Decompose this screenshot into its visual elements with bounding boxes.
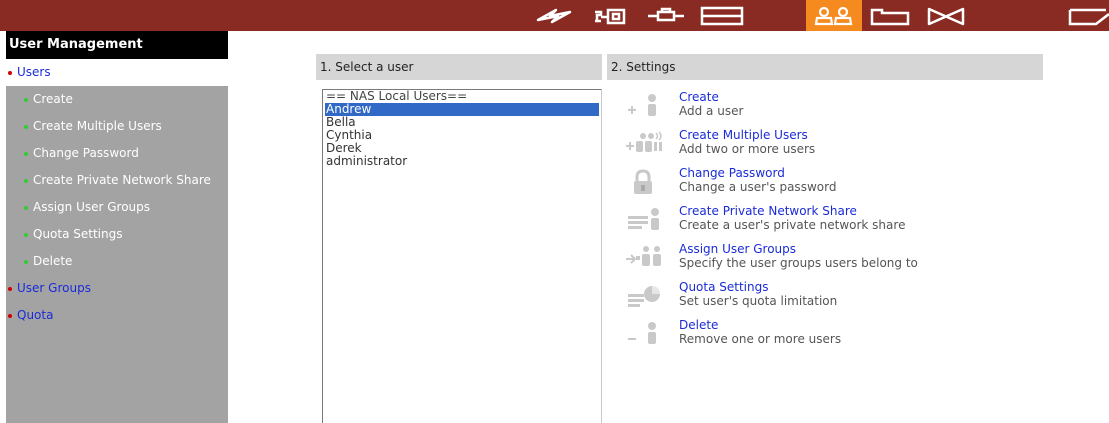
action-description: Remove one or more users — [679, 332, 842, 346]
sidebar-item-label: Users — [17, 65, 51, 79]
private-share-icon — [622, 206, 666, 236]
user-option-cynthia[interactable]: Cynthia — [323, 129, 601, 142]
action-delete[interactable]: Delete Remove one or more users — [622, 318, 1042, 356]
action-label[interactable]: Quota Settings — [679, 280, 768, 295]
action-description: Change a user's password — [679, 180, 837, 194]
sidebar-item-label: Create — [33, 92, 73, 106]
sidebar-item-create[interactable]: Create — [6, 86, 228, 113]
sidebar: User Management Users Create Create Multip… — [6, 31, 228, 423]
sidebar-item-users[interactable]: Users — [6, 59, 228, 86]
action-change-password[interactable]: Change Password Change a user's password — [622, 166, 1042, 204]
system-icon[interactable] — [526, 0, 582, 31]
sidebar-item-label: Create Private Network Share — [33, 173, 211, 187]
top-toolbar — [0, 0, 1109, 31]
bullet-icon — [24, 151, 28, 156]
add-user-icon — [622, 92, 666, 122]
action-label[interactable]: Create — [679, 90, 719, 105]
sidebar-item-change-password[interactable]: Change Password — [6, 140, 228, 167]
sidebar-nav: Users Create Create Multiple Users Change P… — [6, 59, 228, 329]
action-description: Set user's quota limitation — [679, 294, 838, 308]
action-label[interactable]: Delete — [679, 318, 718, 333]
sidebar-item-delete[interactable]: Delete — [6, 248, 228, 275]
application-icon[interactable] — [918, 0, 974, 31]
bullet-icon — [24, 205, 28, 210]
sidebar-item-label: Quota Settings — [33, 227, 123, 241]
action-label[interactable]: Create Multiple Users — [679, 128, 808, 143]
settings-header: 2. Settings — [607, 54, 1043, 80]
action-quota-settings[interactable]: Quota Settings Set user's quota limitatio… — [622, 280, 1042, 318]
sidebar-item-label: User Groups — [17, 281, 91, 295]
select-user-header: 1. Select a user — [316, 54, 602, 80]
action-description: Add a user — [679, 104, 744, 118]
bullet-icon — [24, 124, 28, 129]
sidebar-item-user-groups[interactable]: User Groups — [6, 275, 228, 302]
action-assign-user-groups[interactable]: Assign User Groups Specify the user group… — [622, 242, 1042, 280]
user-listbox[interactable]: == NAS Local Users== Andrew Bella Cynthia De… — [322, 89, 602, 423]
share-folder-icon[interactable] — [862, 0, 918, 31]
user-option-andrew[interactable]: Andrew — [325, 103, 599, 116]
delete-user-icon — [622, 320, 666, 350]
lock-icon — [622, 168, 666, 198]
sidebar-item-label: Create Multiple Users — [33, 119, 162, 133]
users-icon[interactable] — [806, 0, 862, 31]
action-create-private-network-share[interactable]: Create Private Network Share Create a use… — [622, 204, 1042, 242]
device-icon[interactable] — [638, 0, 694, 31]
bullet-icon — [8, 286, 12, 291]
action-create[interactable]: Create Add a user — [622, 90, 1042, 128]
sidebar-item-label: Delete — [33, 254, 73, 268]
action-description: Specify the user groups users belong to — [679, 256, 918, 270]
sidebar-item-label: Change Password — [33, 146, 139, 160]
bullet-icon — [8, 313, 12, 318]
sidebar-item-assign-user-groups[interactable]: Assign User Groups — [6, 194, 228, 221]
action-label[interactable]: Assign User Groups — [679, 242, 796, 257]
quota-icon — [622, 282, 666, 312]
action-description: Create a user's private network share — [679, 218, 906, 232]
sidebar-item-create-multiple-users[interactable]: Create Multiple Users — [6, 113, 228, 140]
sidebar-item-label: Quota — [17, 308, 54, 322]
action-label[interactable]: Create Private Network Share — [679, 204, 857, 219]
add-multiple-users-icon — [622, 130, 666, 160]
sidebar-item-quota-settings[interactable]: Quota Settings — [6, 221, 228, 248]
user-option-administrator[interactable]: administrator — [323, 155, 601, 168]
sidebar-title: User Management — [6, 31, 228, 59]
action-description: Add two or more users — [679, 142, 816, 156]
bullet-icon — [24, 232, 28, 237]
action-create-multiple-users[interactable]: Create Multiple Users Add two or more use… — [622, 128, 1042, 166]
bullet-icon — [24, 97, 28, 102]
action-label[interactable]: Change Password — [679, 166, 785, 181]
bullet-icon — [24, 259, 28, 264]
assign-group-icon — [622, 244, 666, 274]
backup-icon[interactable] — [1066, 0, 1109, 31]
sidebar-item-create-private-network-share[interactable]: Create Private Network Share — [6, 167, 228, 194]
network-icon[interactable] — [582, 0, 638, 31]
bullet-icon — [24, 178, 28, 183]
storage-icon[interactable] — [694, 0, 750, 31]
sidebar-item-label: Assign User Groups — [33, 200, 151, 214]
bullet-icon — [8, 70, 12, 75]
sidebar-item-quota[interactable]: Quota — [6, 302, 228, 329]
